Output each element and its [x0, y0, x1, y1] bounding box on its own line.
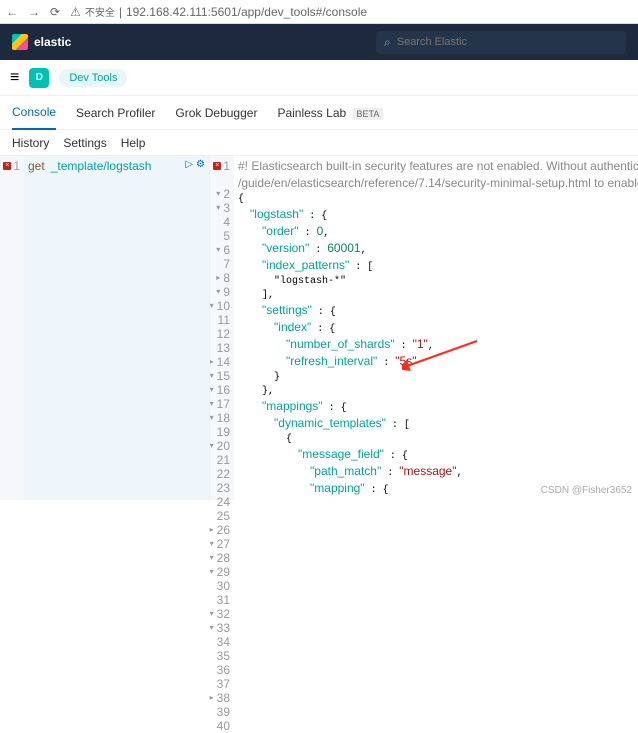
- request-options-icon[interactable]: ⚙: [196, 159, 205, 170]
- reload-icon[interactable]: ⟳: [50, 5, 60, 19]
- url-text: 192.168.42.111:5601/app/dev_tools#/conso…: [126, 5, 367, 19]
- forward-icon[interactable]: →: [28, 5, 40, 19]
- breadcrumb-pill[interactable]: Dev Tools: [59, 69, 127, 87]
- warn-icon: ⚠: [70, 5, 81, 19]
- beta-badge: BETA: [353, 108, 384, 120]
- response-gutter: ×1▾2▾345▾67▸8▾9▾10111213▸14▾15▾16▾17▾181…: [210, 156, 234, 500]
- search-input[interactable]: [397, 36, 618, 48]
- url-bar[interactable]: ⚠ 不安全 | 192.168.42.111:5601/app/dev_tool…: [70, 4, 367, 19]
- back-icon[interactable]: ←: [6, 5, 18, 19]
- tab-painless-lab[interactable]: Painless Lab BETA: [277, 97, 383, 129]
- search-icon: ⌕: [384, 35, 391, 50]
- global-search[interactable]: ⌕: [376, 31, 626, 54]
- response-pane: ×1▾2▾345▾67▸8▾9▾10111213▸14▾15▾16▾17▾181…: [210, 156, 638, 500]
- request-gutter: ×1: [0, 156, 24, 500]
- request-pane: ×1 get _template/logstash ▷ ⚙: [0, 156, 210, 500]
- secondary-bar: ≡ D Dev Tools: [0, 60, 638, 96]
- watermark: CSDN @Fisher3652: [541, 485, 632, 496]
- console-toolbar: History Settings Help: [0, 130, 638, 156]
- tab-console[interactable]: Console: [12, 96, 56, 130]
- tab-search-profiler[interactable]: Search Profiler: [76, 97, 155, 129]
- elastic-logo[interactable]: elastic: [12, 34, 71, 50]
- settings-link[interactable]: Settings: [63, 136, 106, 150]
- tabs: Console Search Profiler Grok Debugger Pa…: [0, 96, 638, 130]
- logo-icon: [12, 34, 28, 50]
- tab-grok-debugger[interactable]: Grok Debugger: [175, 97, 257, 129]
- response-viewer[interactable]: #! Elasticsearch built-in security featu…: [234, 156, 638, 500]
- browser-chrome: ← → ⟳ ⚠ 不安全 | 192.168.42.111:5601/app/de…: [0, 0, 638, 24]
- space-badge[interactable]: D: [29, 68, 49, 88]
- editor-panes: ×1 get _template/logstash ▷ ⚙ ×1▾2▾345▾6…: [0, 156, 638, 500]
- hamburger-icon[interactable]: ≡: [10, 69, 19, 87]
- top-nav: elastic ⌕: [0, 24, 638, 60]
- history-link[interactable]: History: [12, 136, 49, 150]
- send-request-icon[interactable]: ▷: [185, 159, 193, 170]
- error-marker-icon: ×: [3, 162, 11, 170]
- request-editor[interactable]: get _template/logstash: [24, 156, 209, 500]
- help-link[interactable]: Help: [121, 136, 146, 150]
- security-badge: 不安全: [85, 4, 115, 19]
- logo-text: elastic: [34, 35, 71, 49]
